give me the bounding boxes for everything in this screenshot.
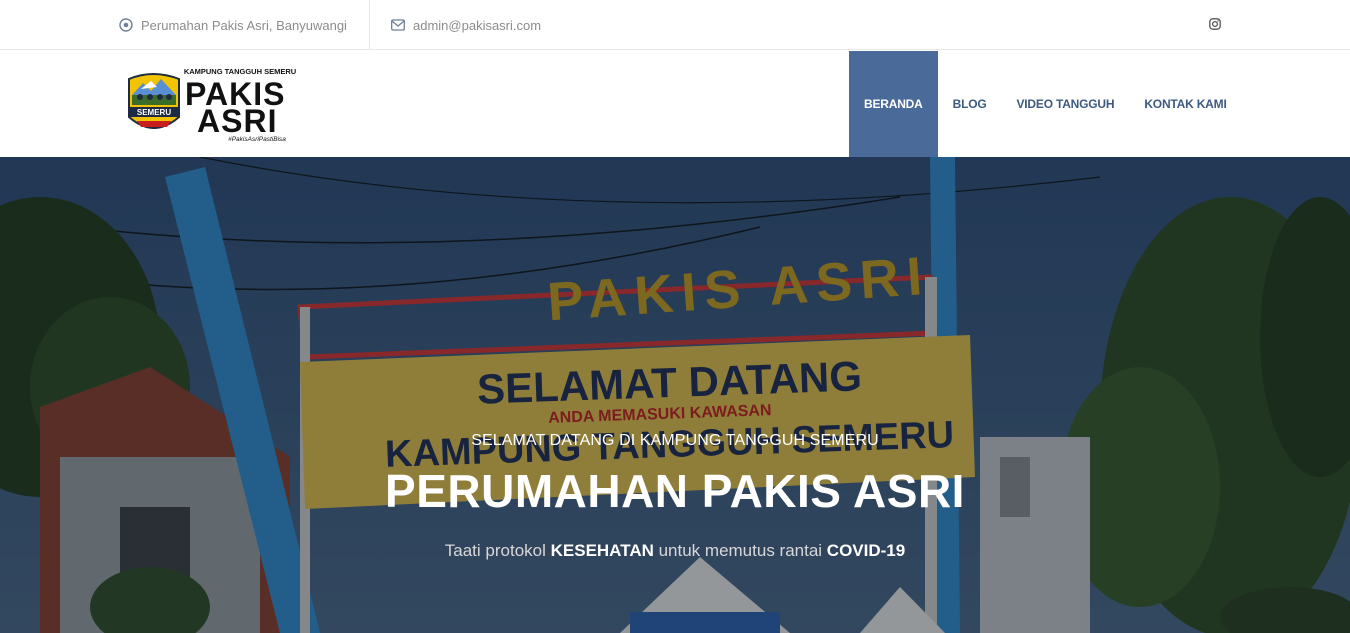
address-text: Perumahan Pakis Asri, Banyuwangi — [141, 17, 347, 33]
nav-item-video-tangguh[interactable]: VIDEO TANGGUH — [1001, 51, 1129, 157]
map-pin-icon — [119, 18, 133, 32]
hero-title: PERUMAHAN PAKIS ASRI — [385, 465, 965, 517]
hero-subtitle-bold1: KESEHATAN — [550, 541, 654, 560]
logo-badge-text: SEMERU — [137, 108, 171, 117]
nav-item-blog[interactable]: BLOG — [938, 51, 1002, 157]
site-header: SEMERU KAMPUNG TANGGUH SEMERU PAKIS ASRI… — [0, 51, 1350, 157]
envelope-icon — [391, 19, 405, 31]
hero-subtitle-part1: Taati protokol — [444, 541, 551, 560]
hero-kicker: SELAMAT DATANG DI KAMPUNG TANGGUH SEMERU — [471, 432, 879, 449]
instagram-icon[interactable] — [1207, 16, 1223, 32]
hero-subtitle-part2: untuk memutus rantai — [653, 541, 827, 560]
nav-item-kontak-kami[interactable]: KONTAK KAMI — [1129, 51, 1241, 157]
hero-subtitle: Taati protokol KESEHATAN untuk memutus r… — [0, 541, 1350, 561]
nav-item-beranda[interactable]: BERANDA — [849, 51, 938, 157]
site-logo[interactable]: SEMERU KAMPUNG TANGGUH SEMERU PAKIS ASRI… — [123, 65, 303, 145]
logo-top-text: KAMPUNG TANGGUH SEMERU — [184, 67, 296, 76]
topbar-divider — [369, 0, 370, 50]
main-nav: BERANDA BLOG VIDEO TANGGUH KONTAK KAMI — [849, 51, 1242, 157]
email-info: admin@pakisasri.com — [391, 0, 541, 50]
hero-dark-overlay — [0, 157, 1350, 633]
hero-section: PAKIS ASRI SELAMAT DATANG ANDA MEMASUKI … — [0, 157, 1350, 633]
logo-hashtag: #PakisAsriPastiBisa — [228, 136, 286, 143]
hero-subtitle-bold2: COVID-19 — [826, 541, 906, 560]
logo-line2: ASRI — [197, 103, 277, 139]
email-link[interactable]: admin@pakisasri.com — [413, 18, 541, 33]
address-info: Perumahan Pakis Asri, Banyuwangi — [119, 0, 347, 50]
top-info-bar: Perumahan Pakis Asri, Banyuwangi admin@p… — [0, 0, 1350, 50]
